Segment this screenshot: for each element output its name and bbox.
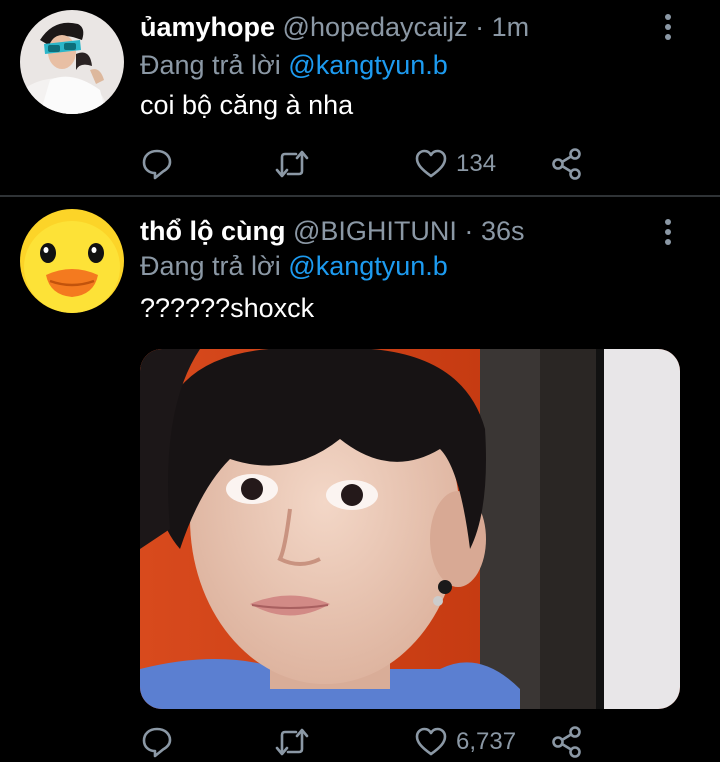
share-icon: [552, 148, 581, 180]
share-button[interactable]: [550, 724, 584, 760]
more-vertical-icon[interactable]: [656, 217, 680, 247]
tweet-feed: ủamyhope @hopedaycaijz · 1m Đang trả lời…: [0, 0, 720, 762]
tweet[interactable]: ủamyhope @hopedaycaijz · 1m Đang trả lời…: [0, 0, 720, 195]
tweet-header: ủamyhope @hopedaycaijz · 1m: [140, 11, 650, 43]
reply-icon: [142, 727, 172, 758]
like-count: 134: [456, 150, 497, 177]
share-button[interactable]: [550, 146, 584, 182]
reply-prefix: Đang trả lời: [140, 251, 281, 281]
tweet-media-photo[interactable]: [140, 349, 680, 709]
reply-prefix: Đang trả lời: [140, 50, 281, 80]
reply-button[interactable]: [140, 724, 174, 760]
user-handle[interactable]: @hopedaycaijz: [283, 12, 468, 42]
like-button[interactable]: 134: [414, 146, 496, 182]
heart-icon: [415, 149, 447, 178]
reply-icon: [142, 149, 172, 180]
retweet-button[interactable]: [274, 724, 310, 760]
user-avatar[interactable]: [20, 209, 124, 313]
reply-context: Đang trả lời @kangtyun.b: [140, 250, 448, 282]
photo-surprised-face-image: [140, 349, 680, 709]
share-icon: [552, 726, 581, 758]
tweet-time[interactable]: 1m: [492, 12, 530, 42]
tweet-text: ??????shoxck: [140, 293, 315, 323]
like-count: 6,737: [456, 728, 517, 755]
time-separator: ·: [464, 216, 474, 246]
time-separator: ·: [475, 12, 485, 42]
user-avatar[interactable]: [20, 10, 124, 114]
display-name[interactable]: ủamyhope: [140, 12, 275, 42]
retweet-icon: [275, 728, 309, 756]
like-button[interactable]: 6,737: [414, 724, 516, 760]
heart-icon: [415, 727, 447, 756]
tweet[interactable]: thổ lộ cùng @BIGHITUNI · 36s Đang trả lờ…: [0, 197, 720, 762]
tweet-header: thổ lộ cùng @BIGHITUNI · 36s: [140, 215, 650, 247]
tweet-text: coi bộ căng à nha: [140, 90, 354, 120]
more-vertical-icon[interactable]: [656, 12, 680, 42]
display-name[interactable]: thổ lộ cùng: [140, 216, 285, 246]
avatar-image: [20, 209, 124, 313]
user-handle[interactable]: @BIGHITUNI: [293, 216, 457, 246]
reply-mention-link[interactable]: @kangtyun.b: [288, 251, 448, 281]
tweet-actions: 6,737: [140, 724, 590, 760]
reply-context: Đang trả lời @kangtyun.b: [140, 49, 448, 81]
reply-mention-link[interactable]: @kangtyun.b: [288, 50, 448, 80]
tweet-time[interactable]: 36s: [481, 216, 525, 246]
retweet-button[interactable]: [274, 146, 310, 182]
reply-button[interactable]: [140, 146, 174, 182]
retweet-icon: [275, 150, 309, 178]
avatar-image: [20, 10, 124, 114]
tweet-actions: 134: [140, 146, 590, 182]
